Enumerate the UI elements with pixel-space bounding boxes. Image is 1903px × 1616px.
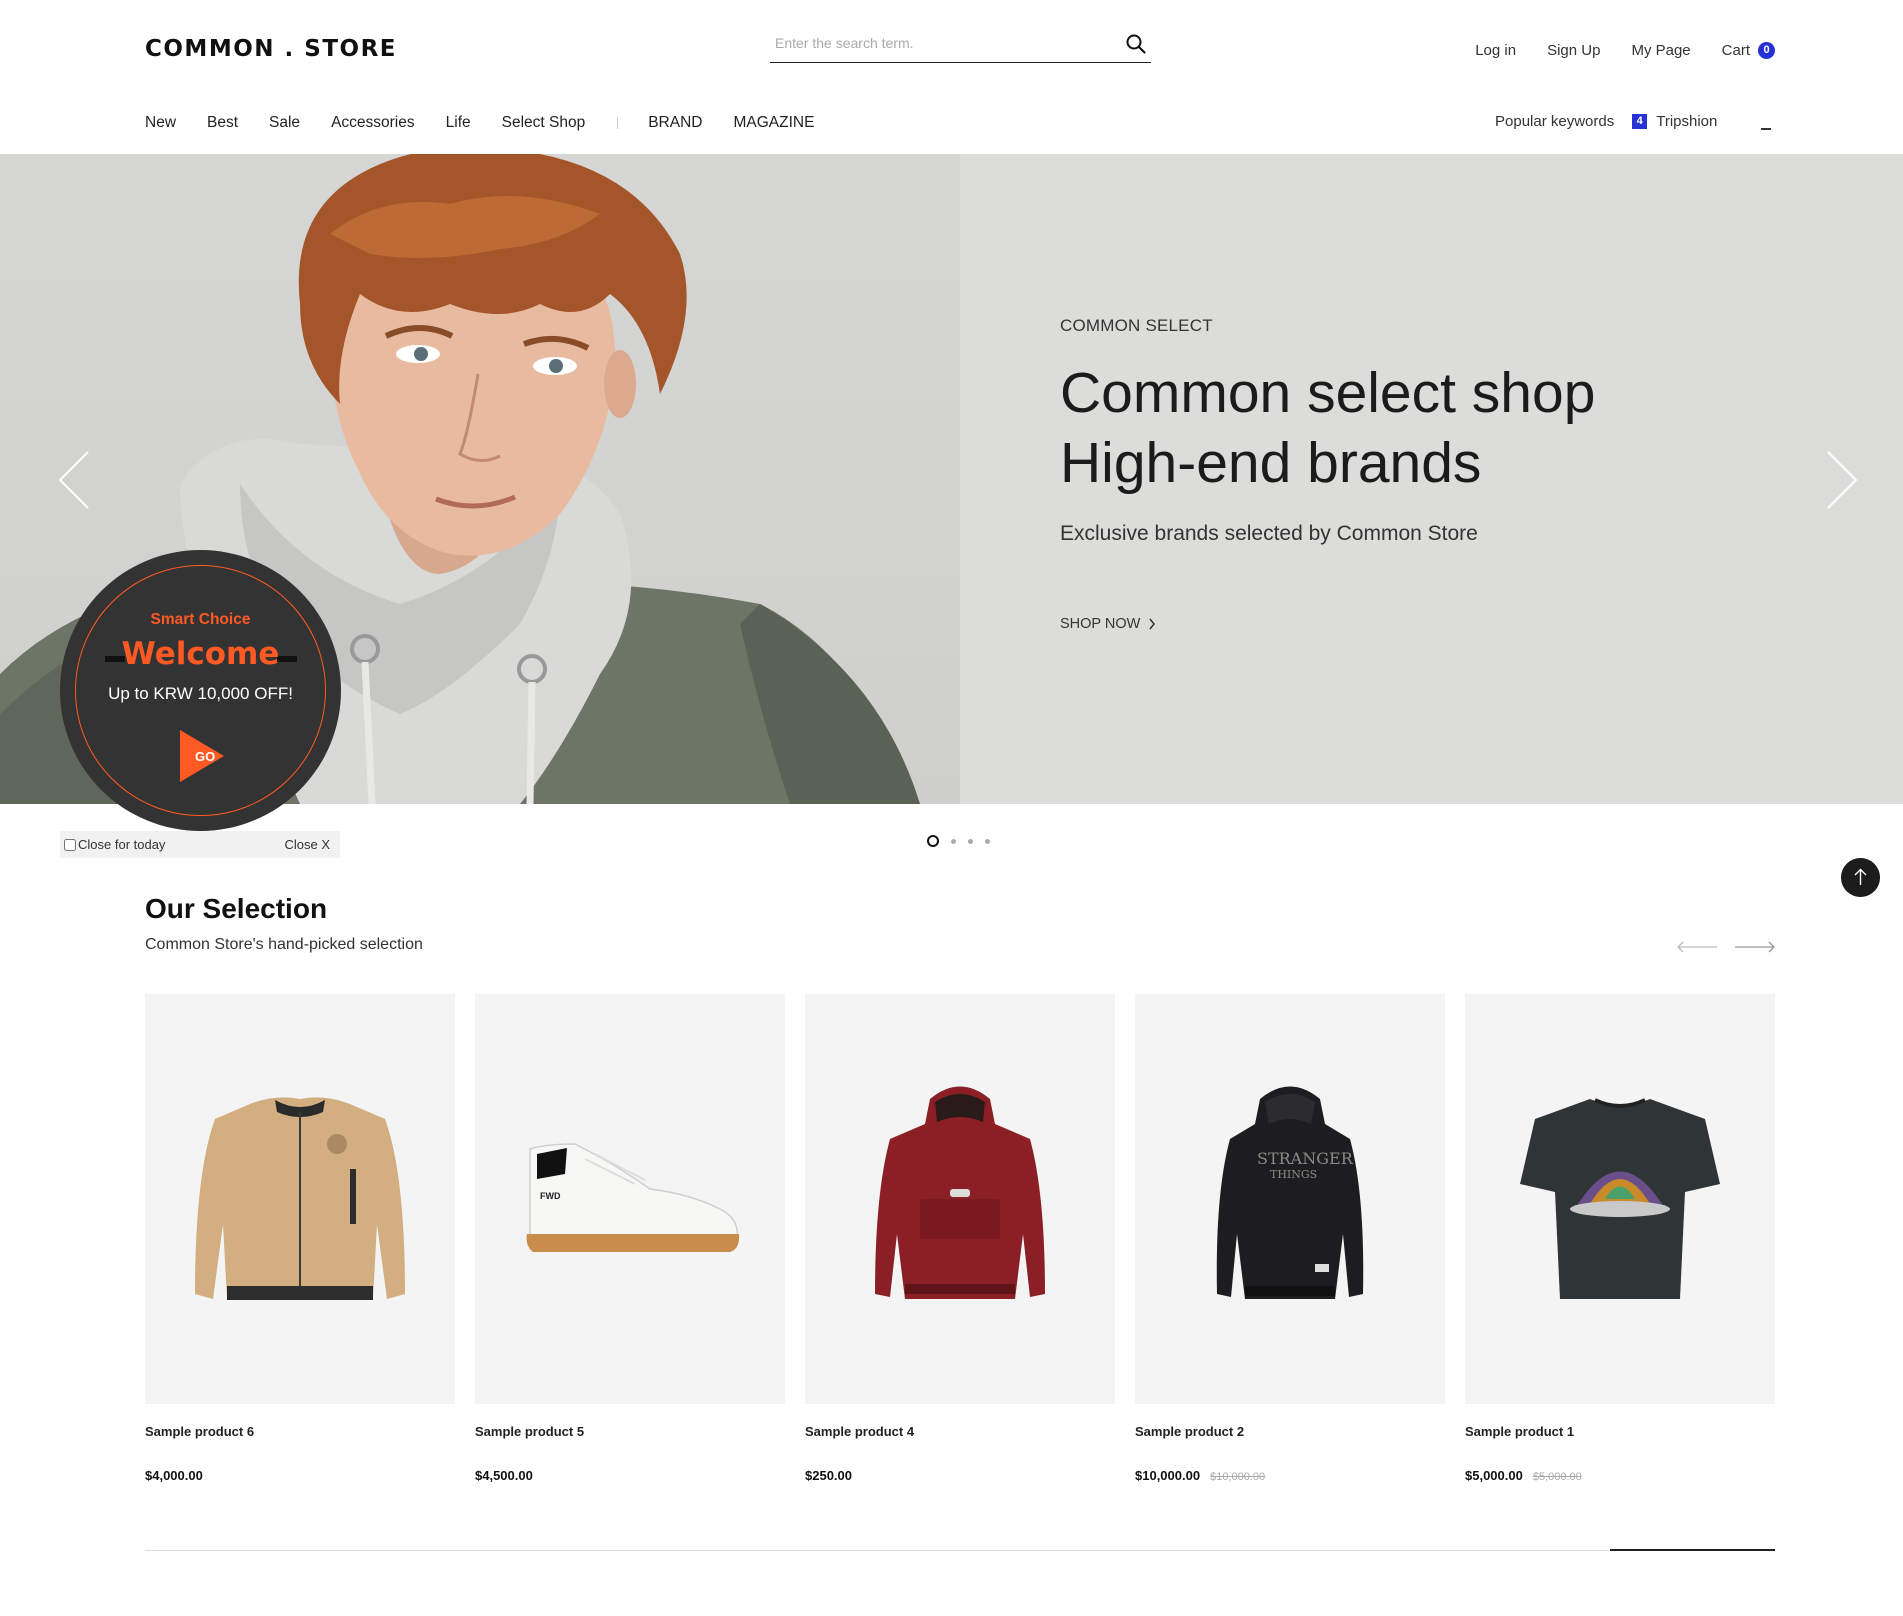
product-name[interactable]: Sample product 1 <box>1465 1424 1775 1439</box>
product-original-price: $10,000.00 <box>1210 1471 1266 1483</box>
hero-pagination <box>927 835 990 847</box>
login-link[interactable]: Log in <box>1475 42 1516 59</box>
nav-item-new[interactable]: New <box>145 114 176 132</box>
black-graphic-tee-image <box>1520 1098 1720 1299</box>
nav-item-select-shop[interactable]: Select Shop <box>502 114 586 132</box>
product-price: $4,000.00 <box>145 1468 203 1483</box>
product-image[interactable]: FWD <box>475 994 785 1404</box>
product-price: $250.00 <box>805 1468 852 1483</box>
hero-eyebrow: COMMON SELECT <box>1060 316 1213 335</box>
site-logo[interactable]: COMMON . STORE <box>145 36 397 62</box>
nav-divider <box>617 117 619 129</box>
cart-count-badge: 0 <box>1758 42 1775 59</box>
nav-item-accessories[interactable]: Accessories <box>331 114 415 132</box>
product-image[interactable] <box>145 994 455 1404</box>
shop-now-label: SHOP NOW <box>1060 616 1141 632</box>
cart-link[interactable]: Cart 0 <box>1722 42 1775 59</box>
hero-dot-3[interactable] <box>968 838 973 844</box>
close-today-label: Close for today <box>78 837 166 852</box>
product-name[interactable]: Sample product 6 <box>145 1424 455 1439</box>
cart-label: Cart <box>1721 42 1750 59</box>
carousel-prev-arrow-icon[interactable] <box>1676 941 1718 953</box>
product-card[interactable]: Sample product 6 $4,000.00 <box>145 994 455 1483</box>
mypage-link[interactable]: My Page <box>1631 42 1690 59</box>
svg-text:THINGS: THINGS <box>1270 1168 1317 1181</box>
product-card[interactable]: Sample product 4 $250.00 <box>805 994 1115 1483</box>
product-name[interactable]: Sample product 2 <box>1135 1424 1445 1439</box>
section-subtitle: Common Store's hand-picked selection <box>145 936 423 953</box>
svg-text:FWD: FWD <box>540 1191 561 1201</box>
nav-item-life[interactable]: Life <box>446 114 471 132</box>
popup-go-button[interactable]: GO <box>178 728 226 784</box>
utility-menu: Log in Sign Up My Page Cart 0 <box>1475 42 1775 59</box>
carousel-scrollbar-thumb[interactable] <box>1610 1549 1775 1551</box>
beige-bomber-jacket-image <box>195 1097 405 1300</box>
hero-subtitle: Exclusive brands selected by Common Stor… <box>1060 522 1478 545</box>
product-price: $4,500.00 <box>475 1468 533 1483</box>
hero-title: Common select shop High-end brands <box>1060 358 1595 498</box>
search-input[interactable] <box>775 30 1105 56</box>
popup-kicker: Smart Choice <box>150 611 251 628</box>
nav-item-brand[interactable]: BRAND <box>648 114 702 132</box>
hero-copy: COMMON SELECT Common select shop High-en… <box>1060 316 1595 632</box>
section-title: Our Selection <box>145 893 328 924</box>
chevron-right-icon <box>1149 618 1156 630</box>
nav-item-magazine[interactable]: MAGAZINE <box>733 114 814 132</box>
product-price-row: $4,000.00 <box>145 1468 455 1483</box>
product-image[interactable] <box>1465 994 1775 1404</box>
popular-rank-badge: 4 <box>1632 114 1648 129</box>
hero-dot-4[interactable] <box>985 838 990 844</box>
product-card[interactable]: FWD Sample product 5 $4,500.00 <box>475 994 785 1483</box>
product-card[interactable]: STRANGER THINGS Sample product 2 $10,000… <box>1135 994 1445 1483</box>
nav-item-best[interactable]: Best <box>207 114 238 132</box>
popup-go-label: GO <box>195 749 215 764</box>
search-icon[interactable] <box>1125 33 1147 55</box>
product-name[interactable]: Sample product 4 <box>805 1424 1115 1439</box>
popup-offer: Up to KRW 10,000 OFF! <box>108 684 293 703</box>
product-price-row: $4,500.00 <box>475 1468 785 1483</box>
product-carousel: Sample product 6 $4,000.00 FWD Sample pr… <box>145 994 1775 1483</box>
popup-headline: Welcome <box>121 636 280 672</box>
product-price: $5,000.00 <box>1465 1468 1523 1483</box>
signup-link[interactable]: Sign Up <box>1547 42 1600 59</box>
burgundy-anorak-image <box>875 1086 1045 1299</box>
close-today-checkbox[interactable] <box>64 838 76 851</box>
product-price-row: $250.00 <box>805 1468 1115 1483</box>
hero-prev-arrow-icon[interactable] <box>58 450 90 510</box>
close-today-option[interactable]: Close for today <box>64 837 165 852</box>
hero-title-line-2: High-end brands <box>1060 431 1482 495</box>
carousel-scrollbar[interactable] <box>145 1549 1775 1551</box>
main-nav: New Best Sale Accessories Life Select Sh… <box>145 114 845 132</box>
product-original-price: $5,000.00 <box>1532 1471 1582 1483</box>
hero-next-arrow-icon[interactable] <box>1826 450 1858 510</box>
product-image[interactable]: STRANGER THINGS <box>1135 994 1445 1404</box>
popular-keywords-toggle-icon[interactable] <box>1761 128 1771 130</box>
svg-text:STRANGER: STRANGER <box>1257 1149 1354 1168</box>
welcome-popup[interactable]: Smart Choice Welcome Up to KRW 10,000 OF… <box>60 550 341 831</box>
popup-close-bar: Close for today Close X <box>60 831 340 858</box>
hero-title-line-1: Common select shop <box>1060 361 1596 425</box>
shop-now-link[interactable]: SHOP NOW <box>1060 616 1595 632</box>
product-price: $10,000.00 <box>1135 1468 1201 1483</box>
search-bar <box>770 30 1151 63</box>
nav-item-sale[interactable]: Sale <box>269 114 300 132</box>
product-price-row: $10,000.00 $10,000.00 <box>1135 1468 1445 1483</box>
popular-keywords-label: Popular keywords <box>1495 113 1615 130</box>
hero-dot-1[interactable] <box>927 835 939 847</box>
product-image[interactable] <box>805 994 1115 1404</box>
popular-keywords[interactable]: Popular keywords 4 Tripshion <box>1495 113 1717 130</box>
white-sneaker-image: FWD <box>526 1143 740 1252</box>
product-card[interactable]: Sample product 1 $5,000.00 $5,000.00 <box>1465 994 1775 1483</box>
popular-keyword[interactable]: Tripshion <box>1656 113 1717 130</box>
black-hoodie-image: STRANGER THINGS <box>1216 1086 1364 1299</box>
product-name[interactable]: Sample product 5 <box>475 1424 785 1439</box>
carousel-next-arrow-icon[interactable] <box>1734 941 1776 953</box>
product-price-row: $5,000.00 $5,000.00 <box>1465 1468 1775 1483</box>
hero-dot-2[interactable] <box>951 838 956 844</box>
scroll-to-top-button[interactable] <box>1841 858 1880 897</box>
popup-close-button[interactable]: Close X <box>284 837 330 852</box>
